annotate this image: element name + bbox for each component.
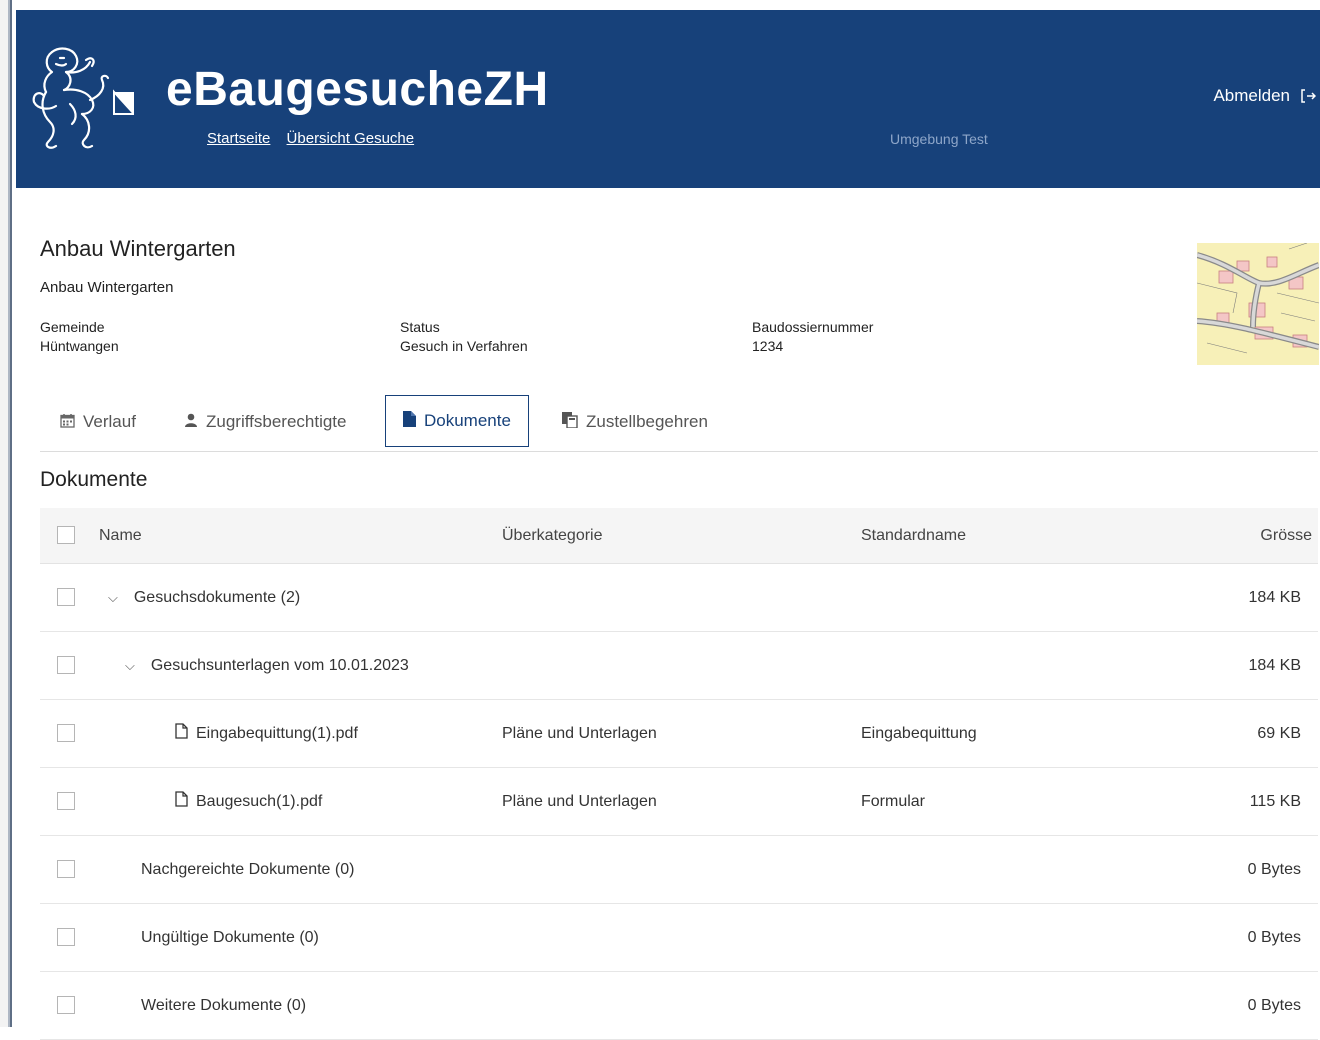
- tab-label: Zugriffsberechtigte: [206, 412, 347, 431]
- column-header-name[interactable]: Name: [99, 508, 142, 563]
- main-navigation: Startseite Übersicht Gesuche: [207, 130, 426, 147]
- table-row[interactable]: Ungültige Dokumente (0) 0 Bytes: [40, 904, 1318, 972]
- window-edge: [0, 0, 12, 1027]
- table-row[interactable]: ⌵ Gesuchsunterlagen vom 10.01.2023 184 K…: [40, 632, 1318, 700]
- row-checkbox[interactable]: [57, 792, 75, 810]
- row-size: 0 Bytes: [1247, 860, 1301, 878]
- app-header: eBaugesucheZH Startseite Übersicht Gesuc…: [16, 10, 1320, 188]
- tab-dokumente[interactable]: Dokumente: [385, 395, 529, 447]
- row-checkbox[interactable]: [57, 996, 75, 1014]
- row-size: 115 KB: [1249, 792, 1301, 810]
- row-checkbox[interactable]: [57, 588, 75, 606]
- select-all-checkbox[interactable]: [57, 526, 75, 544]
- logout-icon: [1301, 89, 1316, 103]
- chevron-down-icon[interactable]: ⌵: [125, 658, 135, 674]
- row-size: 0 Bytes: [1247, 928, 1301, 946]
- baudossiernummer-label: Baudossiernummer: [752, 319, 874, 335]
- name-cell: Eingabequittung(1).pdf: [175, 700, 358, 767]
- baudossiernummer-value: 1234: [752, 338, 784, 354]
- table-row[interactable]: Baugesuch(1).pdf Pläne und Unterlagen Fo…: [40, 768, 1318, 836]
- gemeinde-value: Hüntwangen: [40, 338, 119, 354]
- user-icon: [184, 413, 198, 432]
- nav-link-uebersicht-gesuche[interactable]: Übersicht Gesuche: [287, 130, 415, 147]
- document-icon: [403, 411, 416, 431]
- row-standardname: Formular: [861, 792, 926, 810]
- row-name[interactable]: Eingabequittung(1).pdf: [196, 725, 358, 743]
- row-name: Gesuchsunterlagen vom 10.01.2023: [150, 656, 409, 674]
- nav-link-startseite[interactable]: Startseite: [207, 130, 270, 147]
- logout-label: Abmelden: [1213, 86, 1290, 105]
- tab-bar: Verlauf Zugriffsberechtigte Dokumente Zu…: [40, 395, 1318, 452]
- row-size: 184 KB: [1248, 656, 1301, 674]
- table-row[interactable]: Eingabequittung(1).pdf Pläne und Unterla…: [40, 700, 1318, 768]
- row-category: Pläne und Unterlagen: [502, 724, 657, 742]
- zurich-lion-logo: [30, 44, 137, 156]
- row-size: 184 KB: [1248, 588, 1301, 606]
- file-icon: [175, 791, 188, 812]
- status-value: Gesuch in Verfahren: [400, 338, 528, 354]
- gemeinde-label: Gemeinde: [40, 319, 105, 335]
- meta-status: Status Gesuch in Verfahren: [400, 318, 528, 356]
- name-cell: Baugesuch(1).pdf: [175, 768, 322, 835]
- environment-label: Umgebung Test: [890, 131, 988, 147]
- row-name: Ungültige Dokumente (0): [141, 928, 319, 946]
- row-category: Pläne und Unterlagen: [502, 792, 657, 810]
- file-icon: [175, 723, 188, 744]
- table-row[interactable]: ⌵ Gesuchsdokumente (2) 184 KB: [40, 564, 1318, 632]
- row-name[interactable]: Baugesuch(1).pdf: [196, 793, 322, 811]
- row-name: Gesuchsdokumente (2): [133, 588, 301, 606]
- row-name: Nachgereichte Dokumente (0): [141, 860, 355, 878]
- row-size: 0 Bytes: [1247, 996, 1301, 1014]
- status-label: Status: [400, 319, 440, 335]
- row-checkbox[interactable]: [57, 928, 75, 946]
- calendar-icon: [60, 413, 75, 432]
- table-header: Name Überkategorie Standardname Grösse: [40, 508, 1318, 564]
- tab-label: Verlauf: [83, 412, 136, 431]
- logout-button[interactable]: Abmelden: [1213, 86, 1316, 106]
- column-header-standardname[interactable]: Standardname: [861, 508, 966, 563]
- column-header-ueberkategorie[interactable]: Überkategorie: [502, 508, 603, 563]
- row-name: Weitere Dokumente (0): [141, 996, 307, 1014]
- row-standardname: Eingabequittung: [861, 724, 977, 742]
- documents-table: Name Überkategorie Standardname Grösse ⌵…: [40, 508, 1318, 1040]
- page-subtitle: Anbau Wintergarten: [40, 279, 174, 296]
- copy-icon: [562, 412, 578, 432]
- name-cell: ⌵ Gesuchsdokumente (2): [108, 564, 300, 631]
- page-title: Anbau Wintergarten: [40, 236, 236, 261]
- tab-verlauf[interactable]: Verlauf: [60, 395, 136, 449]
- tab-zustellbegehren[interactable]: Zustellbegehren: [562, 395, 708, 449]
- app-title: eBaugesucheZH: [166, 63, 549, 116]
- row-checkbox[interactable]: [57, 656, 75, 674]
- name-cell: ⌵ Gesuchsunterlagen vom 10.01.2023: [125, 632, 409, 699]
- chevron-down-icon[interactable]: ⌵: [108, 590, 118, 606]
- section-title: Dokumente: [40, 468, 148, 491]
- table-row[interactable]: Nachgereichte Dokumente (0) 0 Bytes: [40, 836, 1318, 904]
- meta-gemeinde: Gemeinde Hüntwangen: [40, 318, 119, 356]
- row-size: 69 KB: [1257, 724, 1301, 742]
- row-checkbox[interactable]: [57, 860, 75, 878]
- table-row[interactable]: Weitere Dokumente (0) 0 Bytes: [40, 972, 1318, 1040]
- tab-zugriffsberechtigte[interactable]: Zugriffsberechtigte: [184, 395, 346, 449]
- tab-label: Dokumente: [424, 411, 511, 430]
- tab-label: Zustellbegehren: [586, 412, 708, 431]
- map-thumbnail[interactable]: [1197, 243, 1319, 365]
- row-checkbox[interactable]: [57, 724, 75, 742]
- column-header-groesse[interactable]: Grösse: [1260, 508, 1312, 563]
- meta-baudossiernummer: Baudossiernummer 1234: [752, 318, 873, 356]
